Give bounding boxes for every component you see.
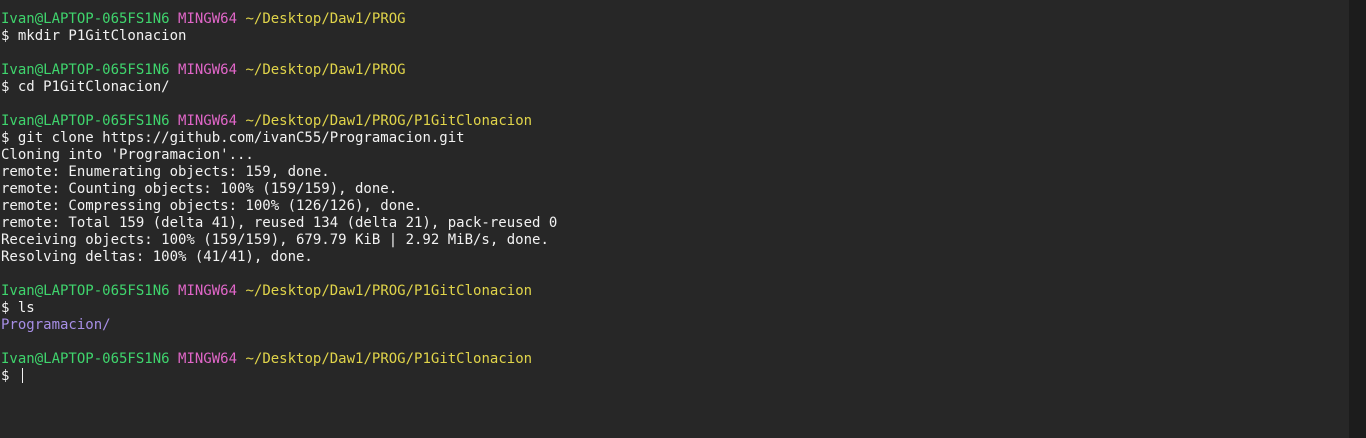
scrollbar-thumb[interactable] [1353,3,1362,435]
prompt-symbol: $ [1,130,18,146]
prompt-symbol: $ [1,300,18,316]
prompt-line: Ivan@LAPTOP-065FS1N6 MINGW64 ~/Desktop/D… [1,351,1349,368]
output-line: remote: Total 159 (delta 41), reused 134… [1,215,558,231]
command-text: cd P1GitClonacion/ [17,79,170,95]
current-path: ~/Desktop/Daw1/PROG [245,62,406,78]
command-line: $ git clone https://github.com/ivanC55/P… [1,130,1349,147]
prompt-symbol: $ [1,368,18,384]
user-host: Ivan@LAPTOP-065FS1N6 [1,11,170,27]
command-line: $ mkdir P1GitClonacion [1,28,1349,45]
command-line: $ ls [1,300,1349,317]
prompt-symbol: $ [1,28,18,44]
prompt-line: Ivan@LAPTOP-065FS1N6 MINGW64 ~/Desktop/D… [1,11,1349,28]
current-path: ~/Desktop/Daw1/PROG/P1GitClonacion [245,283,533,299]
command-text: git clone https://github.com/ivanC55/Pro… [17,130,465,146]
current-path: ~/Desktop/Daw1/PROG/P1GitClonacion [245,351,533,367]
shell-name: MINGW64 [178,11,238,27]
output-line: Receiving objects: 100% (159/159), 679.7… [1,232,549,248]
output-line: remote: Enumerating objects: 159, done. [1,164,330,180]
current-path: ~/Desktop/Daw1/PROG [245,11,406,27]
shell-name: MINGW64 [178,351,238,367]
output-line: Cloning into 'Programacion'... [1,147,254,163]
active-command-line[interactable]: $ [1,368,1349,385]
command-text: mkdir P1GitClonacion [17,28,187,44]
shell-name: MINGW64 [178,62,238,78]
directory-entry: Programacion/ [1,317,111,333]
text-cursor [21,368,23,383]
prompt-symbol: $ [1,79,18,95]
current-path: ~/Desktop/Daw1/PROG/P1GitClonacion [245,113,533,129]
prompt-line: Ivan@LAPTOP-065FS1N6 MINGW64 ~/Desktop/D… [1,283,1349,300]
command-line: $ cd P1GitClonacion/ [1,79,1349,96]
output-line: Programacion/ [1,317,1349,334]
prompt-line: Ivan@LAPTOP-065FS1N6 MINGW64 ~/Desktop/D… [1,62,1349,79]
output-line: Resolving deltas: 100% (41/41), done. [1,249,313,265]
output-line: remote: Counting objects: 100% (159/159)… [1,181,398,197]
user-host: Ivan@LAPTOP-065FS1N6 [1,113,170,129]
output-line: remote: Compressing objects: 100% (126/1… [1,198,423,214]
user-host: Ivan@LAPTOP-065FS1N6 [1,62,170,78]
vertical-scrollbar[interactable] [1349,0,1366,438]
user-host: Ivan@LAPTOP-065FS1N6 [1,351,170,367]
shell-name: MINGW64 [178,113,238,129]
terminal-window[interactable]: Ivan@LAPTOP-065FS1N6 MINGW64 ~/Desktop/D… [0,0,1349,438]
command-text: ls [17,300,35,316]
user-host: Ivan@LAPTOP-065FS1N6 [1,283,170,299]
prompt-line: Ivan@LAPTOP-065FS1N6 MINGW64 ~/Desktop/D… [1,113,1349,130]
shell-name: MINGW64 [178,283,238,299]
